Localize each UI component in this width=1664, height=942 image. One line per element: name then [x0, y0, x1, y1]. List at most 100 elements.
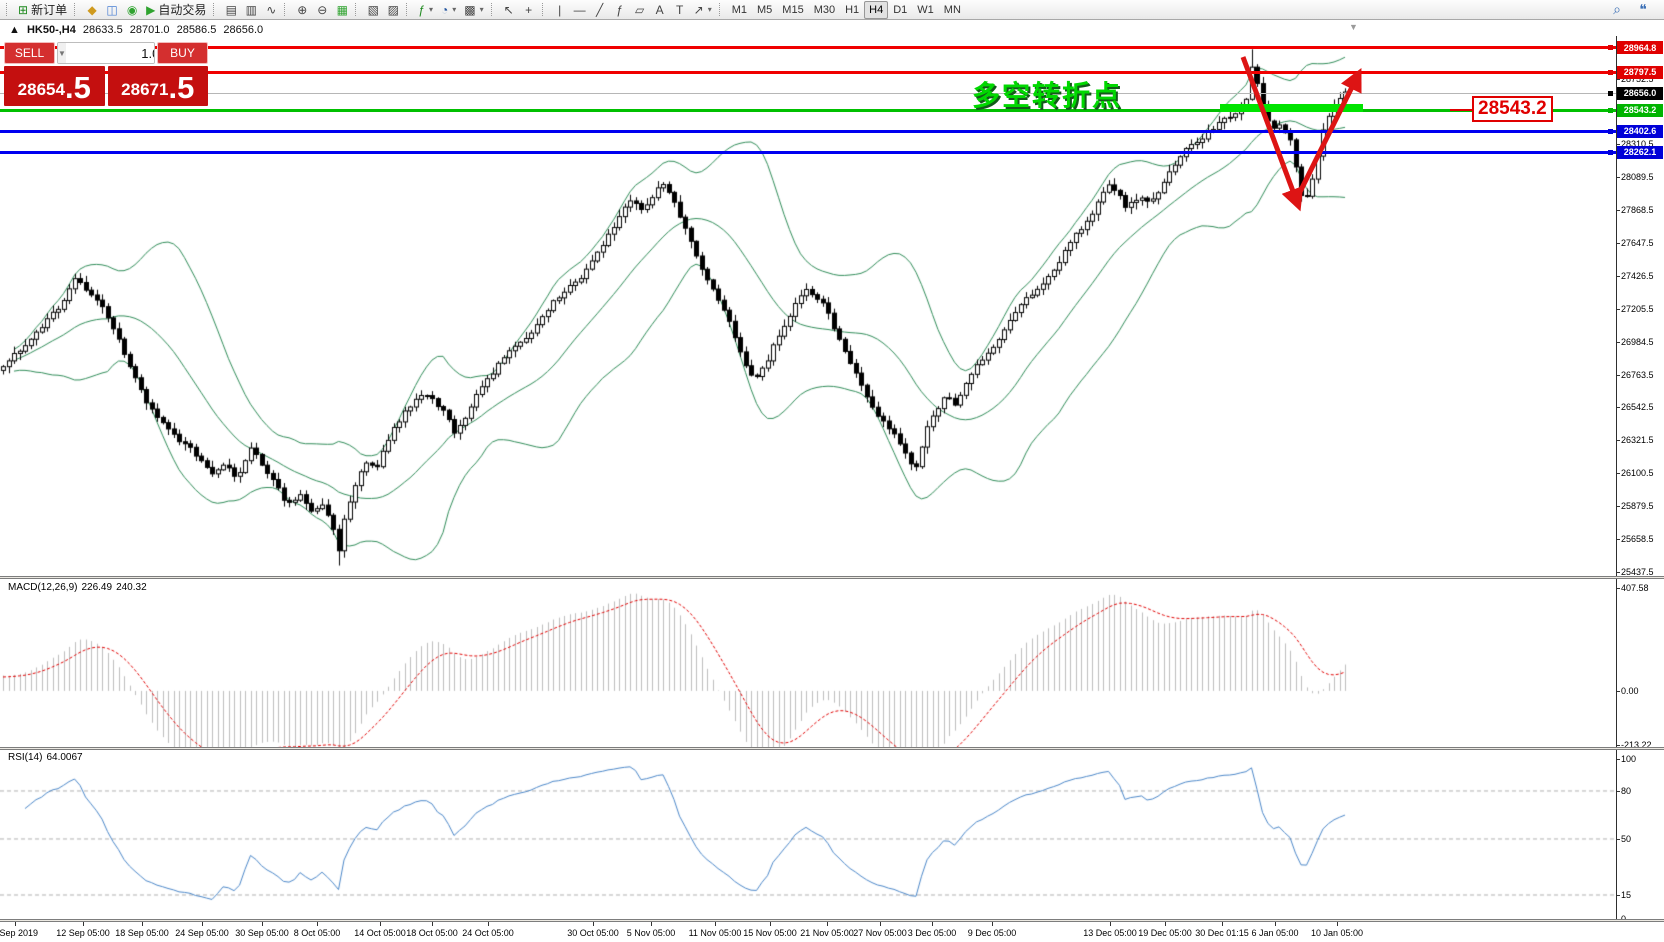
buy-button[interactable]: BUY: [157, 42, 208, 64]
period-button-h4[interactable]: H4: [864, 1, 888, 19]
dropdown-arrow-icon[interactable]: ▾: [452, 5, 456, 14]
dropdown-arrow-icon[interactable]: ▾: [708, 5, 712, 14]
new-order-button[interactable]: ⊞新订单: [14, 1, 71, 19]
toolbar-right: ⌕❝: [1607, 1, 1661, 19]
zoom-in-button[interactable]: ⊕: [292, 1, 312, 19]
panel-divider[interactable]: [0, 576, 1664, 579]
support-line-2[interactable]: [0, 151, 1616, 154]
channels-icon: ▱: [635, 3, 644, 17]
data-window-button[interactable]: ◫: [102, 1, 122, 19]
period-button-m15[interactable]: M15: [777, 1, 808, 19]
arrows-button[interactable]: ↗▾: [690, 1, 716, 19]
sell-button[interactable]: SELL: [4, 42, 55, 64]
dropdown-arrow-icon[interactable]: ▾: [429, 5, 433, 14]
tile-windows-button[interactable]: ▦: [332, 1, 352, 19]
main-toolbar: ⊞新订单◆◫◉▶自动交易▤▥∿⊕⊖▦▧▨ƒ▾◔▾▩▾↖+|—╱ƒ▱AT↗▾ M1…: [0, 0, 1664, 20]
macd-tick-label: 0.00: [1621, 686, 1639, 696]
time-tick: [1275, 922, 1276, 926]
time-tick: [262, 922, 263, 926]
period-button-mn[interactable]: MN: [939, 1, 966, 19]
price-level-tag[interactable]: 28543.2: [1472, 96, 1553, 122]
market-watch-icon: ◆: [87, 3, 96, 17]
support-line-2-handle[interactable]: [1608, 150, 1613, 155]
time-tick: [593, 922, 594, 926]
time-axis[interactable]: 6 Sep 201912 Sep 05:0018 Sep 05:0024 Sep…: [0, 922, 1664, 942]
text-button[interactable]: A: [650, 1, 670, 19]
period-button-d1[interactable]: D1: [888, 1, 912, 19]
pivot-highlight-bar[interactable]: [1220, 104, 1363, 112]
rsi-tick-label: 15: [1621, 890, 1631, 900]
current-price-line-handle[interactable]: [1608, 91, 1613, 96]
price-tick-label: 28089.5: [1621, 172, 1654, 182]
price-tick-label: 26542.5: [1621, 402, 1654, 412]
indicators-button[interactable]: ƒ▾: [414, 1, 437, 19]
zoom-out-button[interactable]: ⊖: [312, 1, 332, 19]
time-tick: [83, 922, 84, 926]
vertical-line-button[interactable]: |: [550, 1, 570, 19]
periods-button[interactable]: ◔▾: [437, 1, 460, 19]
bar-chart-button[interactable]: ▤: [221, 1, 241, 19]
price-tick-label: 27205.5: [1621, 304, 1654, 314]
pivot-line[interactable]: [0, 109, 1616, 112]
toolbar-group: ◆ ◫◉▶自动交易: [71, 0, 210, 20]
sell-price[interactable]: 28654.5: [4, 66, 105, 106]
market-watch-button[interactable]: ◆: [82, 1, 102, 19]
chart-shift-marker[interactable]: ▼: [1349, 22, 1358, 32]
resistance-line-2-handle[interactable]: [1608, 70, 1613, 75]
support-line-1-handle[interactable]: [1608, 129, 1613, 134]
text-label-button[interactable]: T: [670, 1, 690, 19]
annotation-text[interactable]: 多空转折点: [972, 74, 1122, 114]
channels-button[interactable]: ▱: [630, 1, 650, 19]
time-tick-label: 24 Sep 05:00: [175, 928, 229, 938]
panel-divider[interactable]: [0, 919, 1664, 922]
toolbar-group: |—╱ƒ ▱ AT↗▾: [539, 0, 716, 20]
time-tick: [932, 922, 933, 926]
support-line-1[interactable]: [0, 130, 1616, 133]
search-button[interactable]: ⌕: [1607, 1, 1627, 19]
new-order-button-label: 新订单: [31, 1, 67, 18]
autotrading-button-label: 自动交易: [158, 1, 206, 18]
volume-decrease-button[interactable]: ▼: [58, 43, 66, 63]
time-tick-label: 5 Nov 05:00: [627, 928, 676, 938]
collapse-icon[interactable]: ▲: [9, 24, 20, 36]
cursor-button[interactable]: ↖: [499, 1, 519, 19]
resistance-line-2[interactable]: [0, 71, 1616, 74]
buy-price[interactable]: 28671.5: [108, 66, 209, 106]
pivot-line-handle[interactable]: [1608, 108, 1613, 113]
horizontal-line-button[interactable]: —: [570, 1, 590, 19]
volume-input[interactable]: [66, 43, 155, 63]
toolbar-group: ƒ▾◔▾▩▾: [403, 0, 487, 20]
dropdown-arrow-icon[interactable]: ▾: [480, 5, 484, 14]
rsi-canvas[interactable]: [0, 750, 1616, 921]
arrange-charts-button[interactable]: ▧: [363, 1, 383, 19]
signals-button[interactable]: ◉: [122, 1, 142, 19]
time-tick: [827, 922, 828, 926]
panel-divider[interactable]: [0, 747, 1664, 750]
current-price-line[interactable]: [0, 93, 1616, 94]
candlestick-chart-button[interactable]: ▥: [241, 1, 261, 19]
autotrading-button[interactable]: ▶自动交易: [142, 1, 210, 19]
period-button-m5[interactable]: M5: [752, 1, 777, 19]
period-button-m30[interactable]: M30: [809, 1, 840, 19]
fibonacci-button[interactable]: ƒ: [610, 1, 630, 19]
shift-chart-button[interactable]: ▨: [383, 1, 403, 19]
buy-price-main: 28671: [121, 77, 168, 103]
templates-button[interactable]: ▩▾: [460, 1, 487, 19]
period-button-w1[interactable]: W1: [912, 1, 939, 19]
toolbar-group: ↖+: [488, 0, 539, 20]
resistance-line-1-handle[interactable]: [1608, 45, 1613, 50]
macd-canvas[interactable]: [0, 580, 1616, 748]
resistance-line-1[interactable]: [0, 46, 1616, 49]
price-chart-canvas[interactable]: [0, 36, 1616, 577]
time-tick: [380, 922, 381, 926]
price-tick-label: 26984.5: [1621, 337, 1654, 347]
time-tick-label: 27 Nov 05:00: [853, 928, 907, 938]
line-chart-button[interactable]: ∿: [261, 1, 281, 19]
trendline-button[interactable]: ╱: [590, 1, 610, 19]
period-button-h1[interactable]: H1: [840, 1, 864, 19]
period-button-m1[interactable]: M1: [727, 1, 752, 19]
line-chart-icon: ∿: [266, 3, 276, 17]
community-button[interactable]: ❝: [1633, 1, 1653, 19]
price-tick-label: 25879.5: [1621, 501, 1654, 511]
crosshair-button[interactable]: +: [519, 1, 539, 19]
